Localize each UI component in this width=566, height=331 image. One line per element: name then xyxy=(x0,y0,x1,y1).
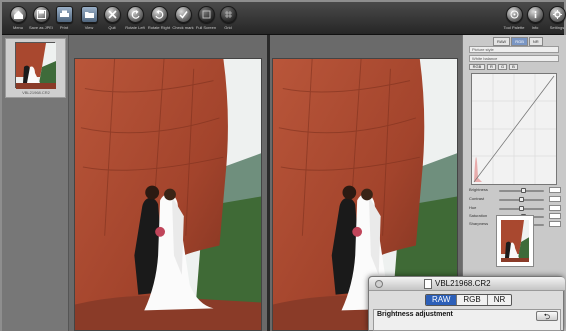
toolbar-button-label: Menu xyxy=(12,25,23,30)
tone-curve-graph[interactable] xyxy=(471,73,557,185)
toolbar-button-folder[interactable]: View xyxy=(77,6,101,30)
save-icon xyxy=(32,6,50,23)
tab-raw[interactable]: RAW xyxy=(493,37,511,46)
toolbar-button-label: Quit xyxy=(108,25,116,30)
section-title: Brightness adjustment xyxy=(377,311,453,318)
photo-before xyxy=(74,58,262,331)
toolbar-button-label: Print xyxy=(59,25,69,30)
undo-icon: ⮌ xyxy=(543,312,551,321)
fullscreen-icon xyxy=(197,6,215,23)
thumbnail-filename: VBL21968.CR2 xyxy=(22,90,50,95)
slider-knob[interactable] xyxy=(519,206,524,211)
slider-track[interactable] xyxy=(499,197,544,202)
slider-label: Hue xyxy=(469,205,477,210)
toolbar-button-info[interactable]: Info xyxy=(523,6,547,30)
toolbar-button-print[interactable]: Print xyxy=(52,6,76,30)
tab-nr[interactable]: NR xyxy=(528,37,543,46)
channel-b-button[interactable]: B xyxy=(509,64,518,70)
home-icon xyxy=(9,6,27,23)
check-icon xyxy=(174,6,192,23)
print-icon xyxy=(55,6,73,23)
dialog-tab-raw[interactable]: RAW xyxy=(426,295,458,305)
toolbar-button-rotate-left[interactable]: Rotate Left xyxy=(123,6,147,30)
slider-track[interactable] xyxy=(499,206,544,211)
dialog-close-button[interactable] xyxy=(375,280,383,288)
toolbar-button-close[interactable]: Quit xyxy=(100,6,124,30)
toolbar-button-label: Rotate Left xyxy=(125,25,145,30)
dialog-titlebar[interactable]: VBL21968.CR2 xyxy=(369,277,565,291)
white-balance-select[interactable]: White balance xyxy=(469,55,559,62)
preview-before[interactable] xyxy=(69,35,267,331)
slider-row-hue: Hue xyxy=(469,205,561,212)
toolbar-button-check[interactable]: Check mark xyxy=(171,6,195,30)
dialog-tab-segment: RAW RGB NR xyxy=(425,294,513,306)
channel-rgb-button[interactable]: RGB xyxy=(469,64,485,70)
toolbar-button-grid[interactable]: Grid xyxy=(216,6,240,30)
close-icon xyxy=(103,6,121,23)
slider-track[interactable] xyxy=(499,188,544,193)
toolbar-button-label: Full Screen xyxy=(195,25,217,30)
slider-label: Sharpness xyxy=(469,221,489,226)
main-toolbar: Menu Save as JPEG Print View Quit Rotate… xyxy=(2,2,566,35)
slider-label: Brightness xyxy=(469,187,488,192)
toolbar-button-label: Settings xyxy=(549,25,565,30)
tab-rgb[interactable]: RGB xyxy=(511,37,528,46)
info-icon xyxy=(526,6,544,23)
thumbnail-item[interactable]: VBL21968.CR2 xyxy=(5,38,66,98)
dialog-filename: VBL21968.CR2 xyxy=(435,279,491,288)
channel-r-button[interactable]: R xyxy=(487,64,496,70)
dialog-tab-nr[interactable]: NR xyxy=(487,295,512,305)
gear-icon xyxy=(548,6,566,23)
slider-value-field[interactable] xyxy=(549,187,561,193)
toolbar-button-label: Grid xyxy=(224,25,232,30)
slider-label: Contrast xyxy=(469,196,485,201)
channel-g-button[interactable]: G xyxy=(498,64,507,70)
undo-button[interactable]: ⮌ xyxy=(536,311,558,321)
brightness-adjustment-section: Brightness adjustment ⮌ xyxy=(373,309,561,331)
rotate-left-icon xyxy=(126,6,144,23)
thumbnail-filmstrip: VBL21968.CR2 xyxy=(2,35,69,331)
slider-row-contrast: Contrast xyxy=(469,196,561,203)
rotate-right-icon xyxy=(150,6,168,23)
slider-row-brightness: Brightness xyxy=(469,187,561,194)
toolbar-button-label: Rotate Right xyxy=(147,25,171,30)
adjustment-dialog: VBL21968.CR2 RAW RGB NR Brightness adjus… xyxy=(368,276,565,331)
palette-icon xyxy=(505,6,523,23)
document-icon xyxy=(424,279,432,289)
toolbar-button-fullscreen[interactable]: Full Screen xyxy=(194,6,218,30)
navigator-thumbnail[interactable] xyxy=(496,215,534,267)
thumbnail-image xyxy=(15,42,56,89)
dialog-tab-rgb[interactable]: RGB xyxy=(457,295,488,305)
folder-icon xyxy=(80,6,98,23)
slider-value-field[interactable] xyxy=(549,221,561,227)
slider-label: Saturation xyxy=(469,213,488,218)
toolbar-button-label: Check mark xyxy=(172,25,194,30)
slider-value-field[interactable] xyxy=(549,196,561,202)
curve-channel-buttons: RGB R G B xyxy=(469,64,518,70)
toolbar-button-label: Save as JPEG xyxy=(29,25,53,30)
slider-value-field[interactable] xyxy=(549,213,561,219)
toolbar-button-home[interactable]: Menu xyxy=(6,6,30,30)
raw-image-editor-window: Menu Save as JPEG Print View Quit Rotate… xyxy=(0,0,566,331)
toolbar-button-label: View xyxy=(84,25,94,30)
toolbar-button-rotate-right[interactable]: Rotate Right xyxy=(147,6,171,30)
palette-tabs: RAW RGB NR xyxy=(493,37,543,46)
toolbar-button-save[interactable]: Save as JPEG xyxy=(29,6,53,30)
toolbar-button-gear[interactable]: Settings xyxy=(545,6,566,30)
slider-knob[interactable] xyxy=(519,197,524,202)
slider-value-field[interactable] xyxy=(549,205,561,211)
slider-knob[interactable] xyxy=(521,188,526,193)
picture-style-select[interactable]: Picture style xyxy=(469,46,559,53)
toolbar-button-label: Info xyxy=(531,25,539,30)
grid-icon xyxy=(219,6,237,23)
